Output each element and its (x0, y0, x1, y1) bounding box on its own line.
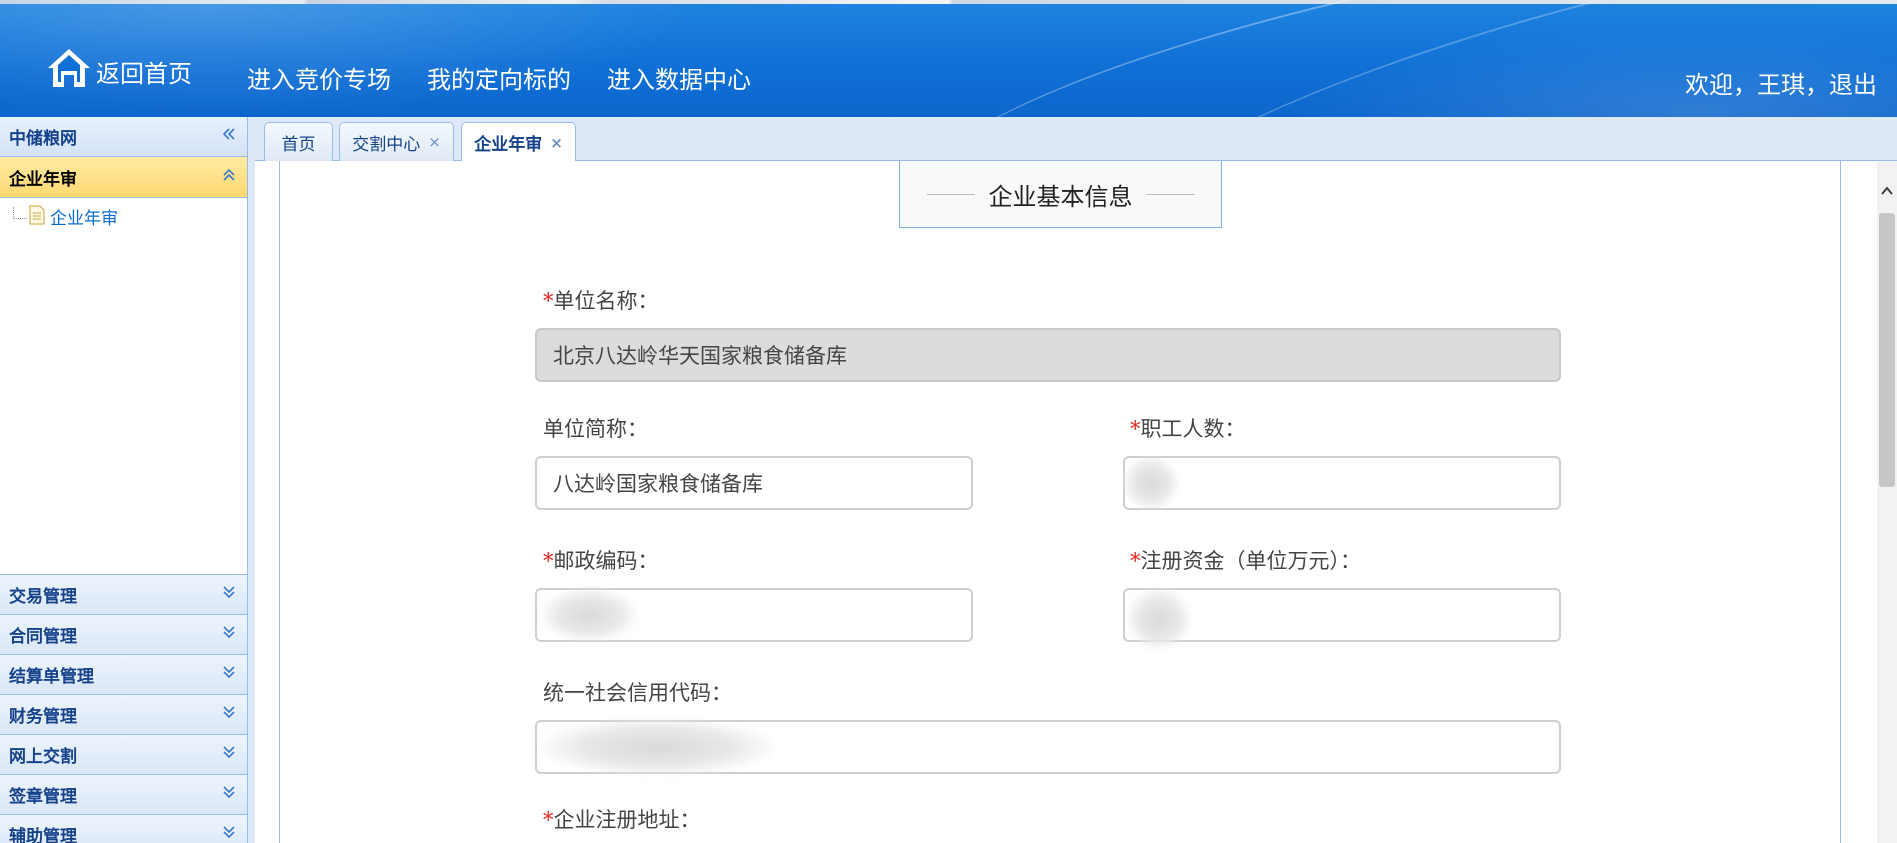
unit-name-field: 北京八达岭华天国家粮食储备库 (535, 328, 1561, 382)
section-label: 签章管理 (9, 787, 77, 807)
double-chevron-down-icon (221, 784, 237, 805)
close-icon[interactable]: × (550, 134, 563, 152)
tab-strip: 首页 交割中心 × 企业年审 × (255, 117, 1897, 162)
tab-label: 交割中心 (352, 134, 421, 155)
staff-count-field[interactable] (1123, 456, 1561, 510)
double-chevron-down-icon (221, 664, 237, 685)
redacted-value (1127, 588, 1191, 650)
credit-code-label: 统一社会信用代码： (543, 681, 732, 705)
sidebar-section-trade[interactable]: 交易管理 (0, 575, 247, 615)
tab-home[interactable]: 首页 (264, 122, 333, 161)
scrollbar-thumb[interactable] (1879, 213, 1895, 487)
scroll-up-icon[interactable] (1880, 183, 1894, 197)
double-chevron-down-icon (221, 584, 237, 605)
short-name-field[interactable]: 八达岭国家粮食储备库 (535, 456, 973, 510)
redacted-value (1123, 456, 1179, 510)
tree-item-label: 企业年审 (50, 209, 118, 229)
document-icon (27, 205, 50, 229)
top-header: 返回首页 进入竞价专场 我的定向标的 进入数据中心 欢迎，王琪，退出 (0, 0, 1897, 117)
section-title-box: 企业基本信息 (899, 161, 1222, 228)
tree-item-annual-review[interactable]: 企业年审 (13, 204, 118, 229)
required-mark: * (1130, 417, 1141, 441)
home-icon (46, 46, 92, 96)
sidebar-section-online-delivery[interactable]: 网上交割 (0, 735, 247, 775)
redacted-value (541, 718, 773, 776)
double-chevron-down-icon (221, 824, 237, 843)
required-mark: * (543, 808, 554, 832)
home-link[interactable]: 返回首页 (46, 46, 192, 96)
section-label: 财务管理 (9, 707, 77, 727)
section-label: 企业年审 (9, 169, 77, 190)
section-title: 企业基本信息 (988, 182, 1133, 211)
section-label: 网上交割 (9, 747, 77, 767)
sidebar: 中储粮网 企业年审 企业年审 交易管理 合同管理 结算单管理 财务管理 网上交割… (0, 117, 248, 843)
section-label: 辅助管理 (9, 827, 77, 843)
welcome-text: 欢迎，王琪， (1685, 71, 1829, 99)
sidebar-section-finance[interactable]: 财务管理 (0, 695, 247, 735)
double-chevron-down-icon (221, 744, 237, 765)
sidebar-header: 中储粮网 (0, 117, 247, 157)
unit-name-value: 北京八达岭华天国家粮食储备库 (553, 344, 847, 368)
home-label: 返回首页 (96, 59, 192, 88)
section-label: 交易管理 (9, 587, 77, 607)
short-name-label: 单位简称： (543, 417, 648, 441)
nav-directed-link[interactable]: 我的定向标的 (427, 60, 571, 95)
tab-delivery-center[interactable]: 交割中心 × (339, 122, 454, 161)
double-chevron-down-icon (221, 624, 237, 645)
section-label: 合同管理 (9, 627, 77, 647)
required-mark: * (543, 289, 554, 313)
logout-link[interactable]: 退出 (1829, 71, 1877, 99)
capital-label: *注册资金（单位万元）： (1130, 549, 1361, 573)
tab-label: 首页 (281, 134, 316, 155)
postcode-label: *邮政编码： (543, 549, 659, 573)
address-label: *企业注册地址： (543, 808, 701, 832)
sidebar-section-annual-review[interactable]: 企业年审 (0, 157, 247, 198)
required-mark: * (1130, 549, 1141, 573)
user-area: 欢迎，王琪，退出 (1685, 65, 1877, 100)
app-page: 返回首页 进入竞价专场 我的定向标的 进入数据中心 欢迎，王琪，退出 中储粮网 … (0, 0, 1897, 843)
section-label: 结算单管理 (9, 667, 94, 687)
nav-data-center-link[interactable]: 进入数据中心 (607, 60, 751, 95)
short-name-value: 八达岭国家粮食储备库 (553, 472, 763, 496)
staff-count-label: *职工人数： (1130, 417, 1246, 441)
sidebar-title: 中储粮网 (9, 129, 77, 149)
double-chevron-up-icon (221, 167, 237, 188)
redacted-value (541, 588, 637, 642)
nav-auction-link[interactable]: 进入竞价专场 (247, 60, 391, 95)
double-chevron-down-icon (221, 704, 237, 725)
unit-name-label: *单位名称： (543, 289, 659, 313)
sidebar-section-settlement[interactable]: 结算单管理 (0, 655, 247, 695)
tab-annual-review[interactable]: 企业年审 × (461, 122, 576, 162)
sidebar-section-auxiliary[interactable]: 辅助管理 (0, 815, 247, 843)
collapse-sidebar-icon[interactable] (221, 126, 237, 147)
vertical-scrollbar[interactable] (1877, 161, 1897, 843)
close-icon[interactable]: × (428, 133, 441, 151)
section-tree: 企业年审 (0, 198, 247, 575)
sidebar-section-signature[interactable]: 签章管理 (0, 775, 247, 815)
tab-label: 企业年审 (474, 135, 543, 155)
required-mark: * (543, 549, 554, 573)
sidebar-section-contract[interactable]: 合同管理 (0, 615, 247, 655)
